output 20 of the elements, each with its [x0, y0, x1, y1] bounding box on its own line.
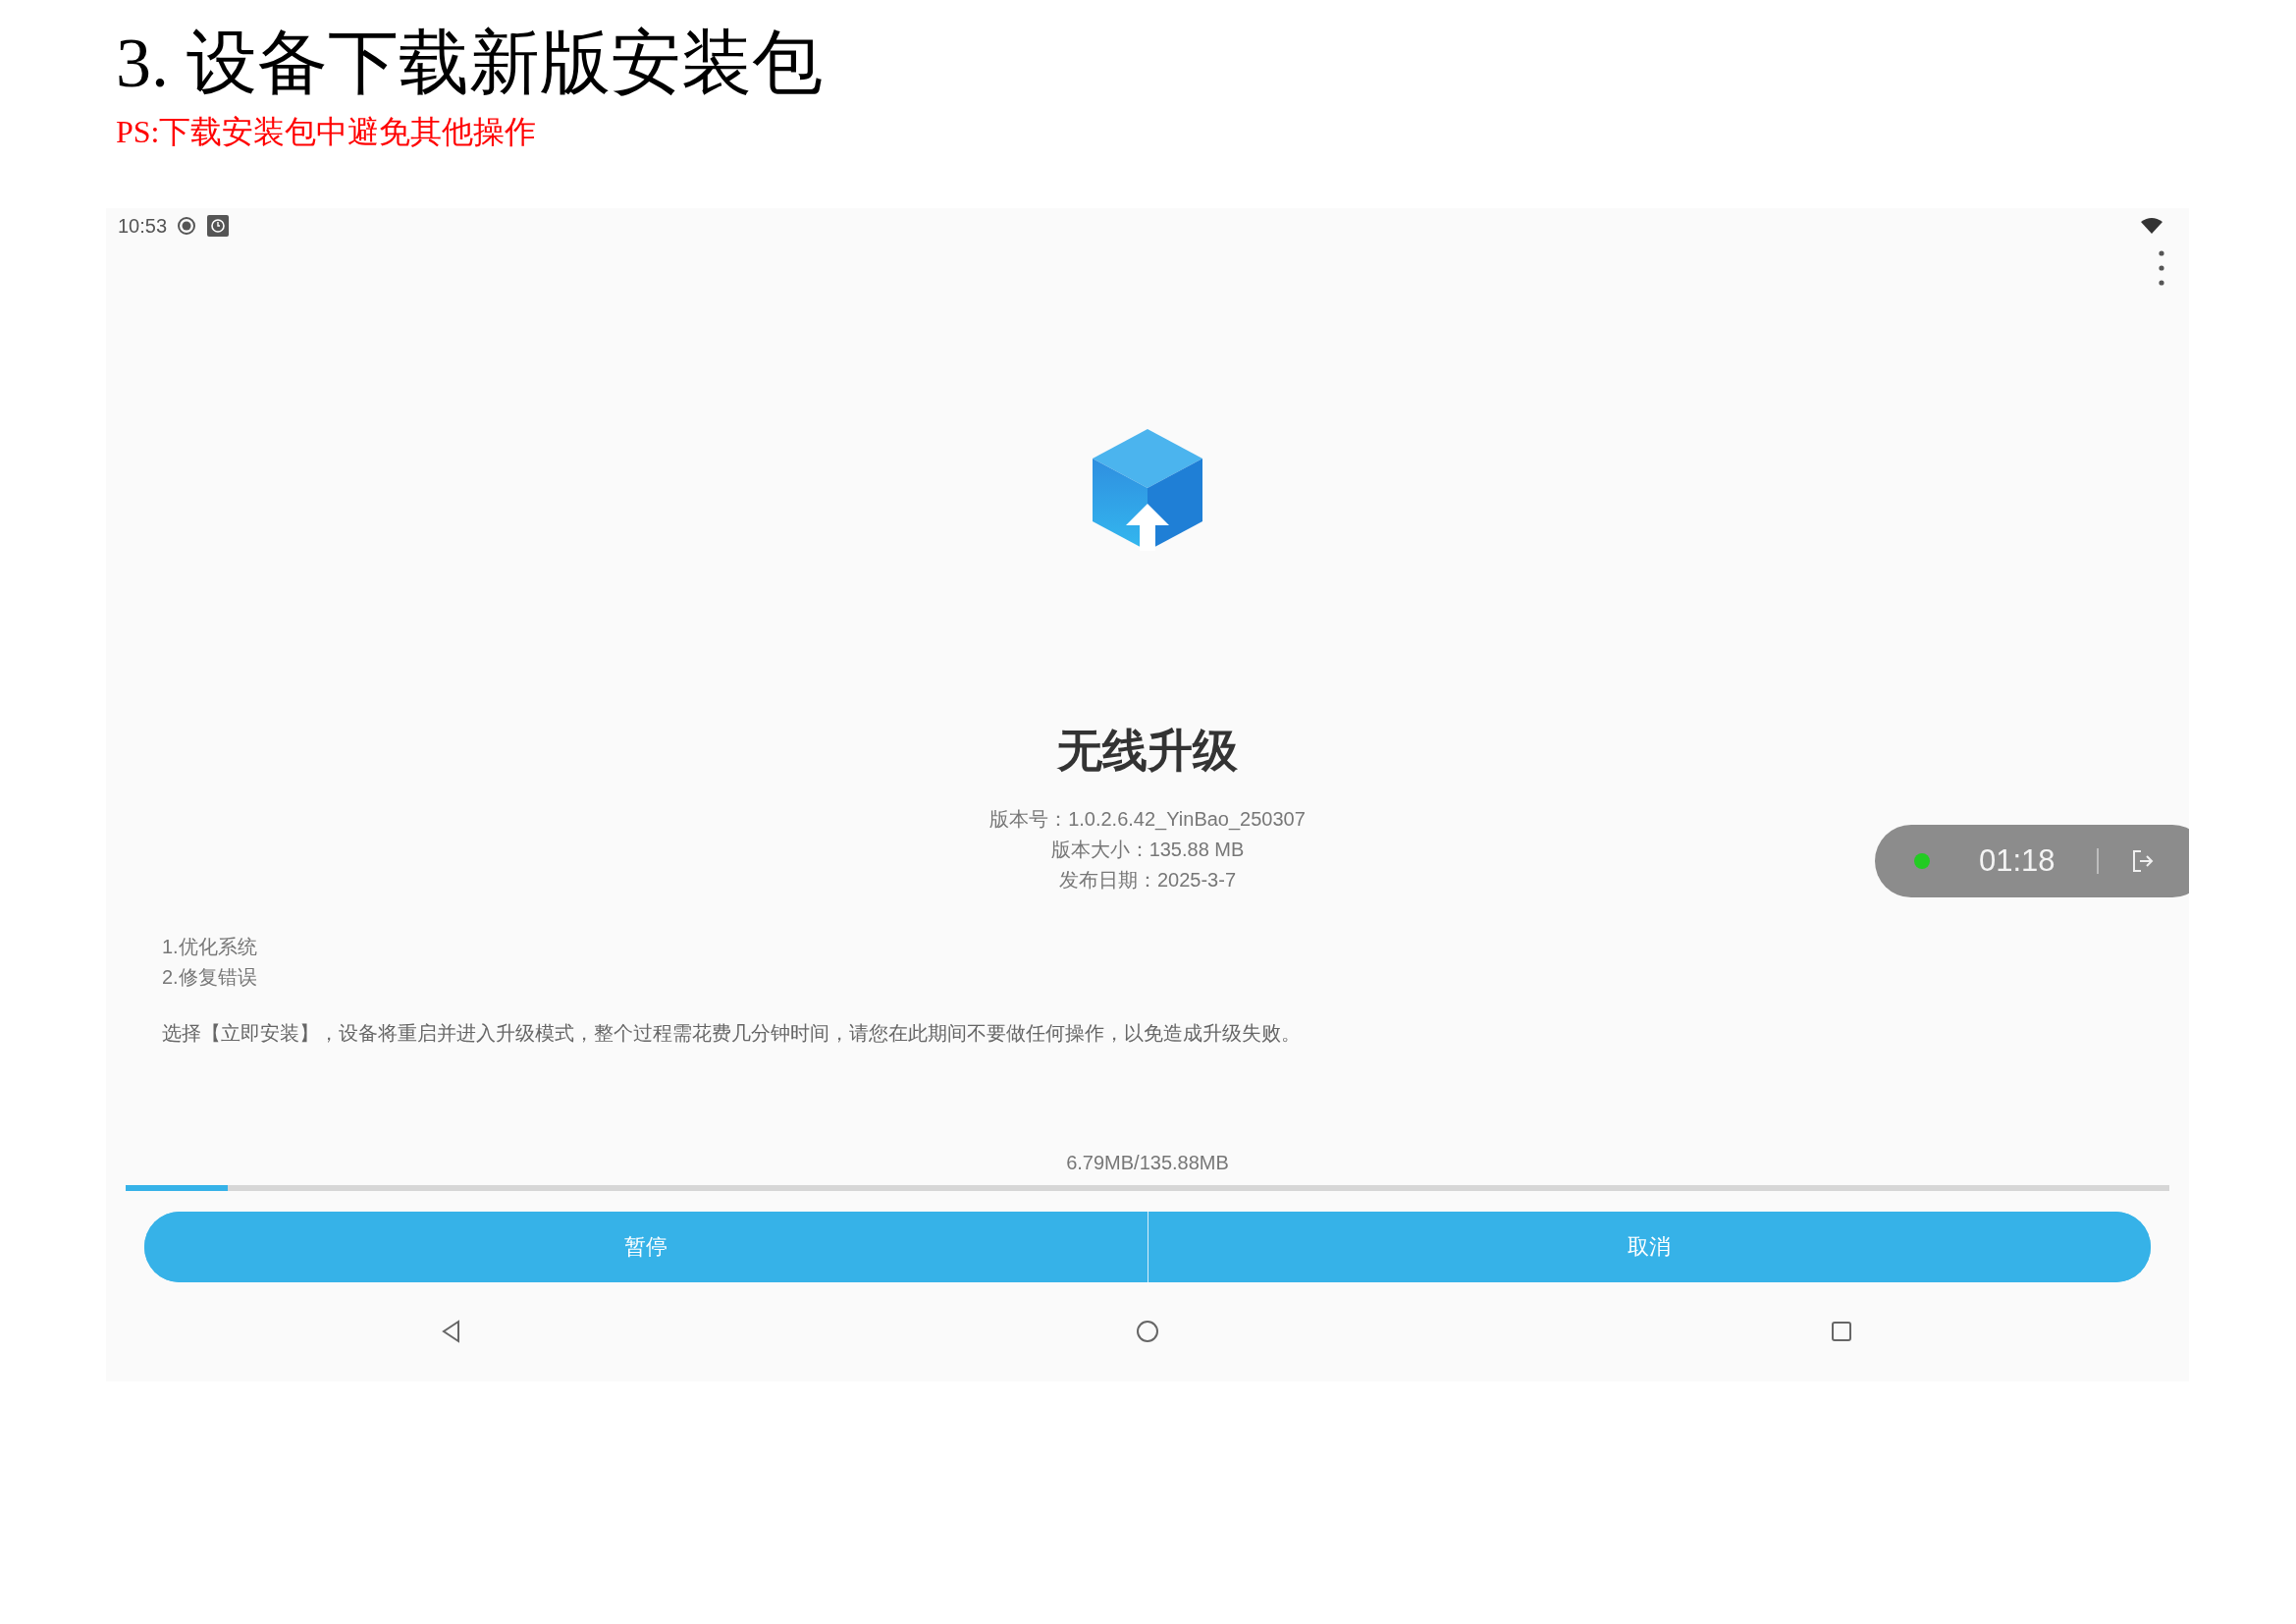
- install-notice: 选择【立即安装】，设备将重启并进入升级模式，整个过程需花费几分钟时间，请您在此期间不要做任何操作，以免造成升级失败。: [162, 1021, 1301, 1046]
- recording-timer: 01:18: [1979, 843, 2056, 879]
- version-info-line: 版本号：1.0.2.6.42_YinBao_250307: [989, 807, 1306, 833]
- more-options-icon[interactable]: [2159, 249, 2164, 287]
- screen-title: 无线升级: [1056, 724, 1239, 778]
- record-status-icon: [177, 216, 197, 236]
- exit-icon[interactable]: [2131, 849, 2154, 873]
- section-heading: 3. 设备下载新版安装包: [116, 23, 823, 104]
- cube-upload-icon: [1091, 427, 1204, 553]
- download-progress-text: 6.79MB/135.88MB: [1066, 1151, 1229, 1175]
- clock-app-icon: [206, 214, 231, 238]
- warning-note: PS:下载安装包中避免其他操作: [116, 113, 537, 151]
- wifi-icon: [2140, 217, 2163, 235]
- changelog-item: 2.修复错误: [162, 965, 257, 990]
- changelog-item: 1.优化系统: [162, 935, 257, 959]
- version-info-line: 版本大小：135.88 MB: [1050, 838, 1245, 862]
- version-info-line: 发布日期：2025-3-7: [1058, 868, 1237, 893]
- home-icon[interactable]: [1135, 1319, 1160, 1344]
- cancel-button[interactable]: 取消: [1147, 1212, 2151, 1282]
- clock-time: 10:53: [118, 214, 168, 238]
